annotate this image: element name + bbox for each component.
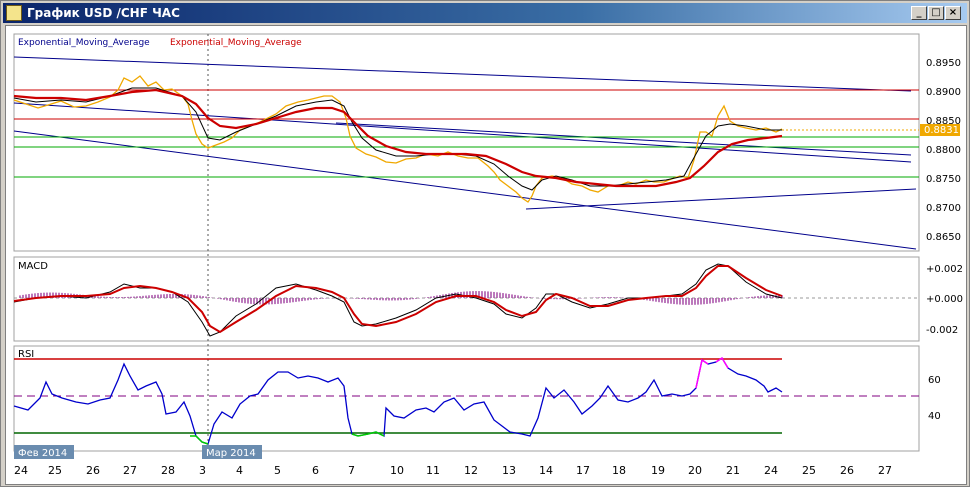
time-tick: 24 xyxy=(764,464,778,477)
time-tick: 12 xyxy=(464,464,478,477)
macd-panel[interactable] xyxy=(13,256,920,342)
time-tick: 20 xyxy=(688,464,702,477)
time-tick: 17 xyxy=(576,464,590,477)
indicator-label-2: Exponential_Moving_Average xyxy=(170,38,302,48)
rsi-label: RSI xyxy=(18,349,34,360)
chart-window-icon xyxy=(6,5,22,21)
time-tick: 27 xyxy=(123,464,137,477)
price-tick: 0.8800 xyxy=(926,145,961,156)
month-label: Фев 2014 xyxy=(18,448,67,459)
time-tick: 21 xyxy=(726,464,740,477)
time-axis: 24 25 26 27 28 3 4 5 6 7 10 11 12 13 14 17 18 19 20 21 24 25 2… xyxy=(14,464,892,477)
rsi-panel[interactable] xyxy=(13,345,920,452)
time-tick: 3 xyxy=(199,464,206,477)
time-tick: 26 xyxy=(840,464,854,477)
rsi-tick: 60 xyxy=(928,375,941,386)
macd-label: MACD xyxy=(18,261,48,272)
title-bar[interactable]: График USD /CHF ЧАС _ □ × xyxy=(3,3,967,23)
time-tick: 19 xyxy=(651,464,665,477)
time-tick: 26 xyxy=(86,464,100,477)
time-tick: 18 xyxy=(612,464,626,477)
price-axis: 0.8950 0.8900 0.8850 0.8800 0.8750 0.870… xyxy=(926,58,961,243)
price-tick: 0.8850 xyxy=(926,116,961,127)
time-tick: 4 xyxy=(236,464,243,477)
time-tick: 25 xyxy=(802,464,816,477)
maximize-button[interactable]: □ xyxy=(928,6,944,20)
time-tick: 25 xyxy=(48,464,62,477)
time-tick: 14 xyxy=(539,464,553,477)
minimize-button[interactable]: _ xyxy=(911,6,927,20)
price-tick: 0.8700 xyxy=(926,203,961,214)
chart-svg[interactable]: 0.8831 Exponential_Moving_Average Expone… xyxy=(6,26,966,484)
time-tick: 5 xyxy=(274,464,281,477)
window-title: График USD /CHF ЧАС xyxy=(27,6,180,20)
chart-window: График USD /CHF ЧАС _ □ × 0.8831 Exponen… xyxy=(0,0,970,487)
time-tick: 6 xyxy=(312,464,319,477)
rsi-tick: 40 xyxy=(928,411,941,422)
time-tick: 13 xyxy=(502,464,516,477)
time-tick: 10 xyxy=(390,464,404,477)
chart-area[interactable]: 0.8831 Exponential_Moving_Average Expone… xyxy=(5,25,967,485)
price-tick: 0.8750 xyxy=(926,174,961,185)
price-tick: 0.8650 xyxy=(926,232,961,243)
close-button[interactable]: × xyxy=(945,6,961,20)
indicator-label-1: Exponential_Moving_Average xyxy=(18,38,150,48)
price-tick: 0.8950 xyxy=(926,58,961,69)
main-price-panel[interactable] xyxy=(13,33,920,252)
price-tick: 0.8900 xyxy=(926,87,961,98)
macd-tick: -0.002 xyxy=(926,325,958,336)
macd-tick: +0.000 xyxy=(926,294,963,305)
time-tick: 7 xyxy=(348,464,355,477)
macd-tick: +0.002 xyxy=(926,264,963,275)
time-tick: 28 xyxy=(161,464,175,477)
month-label: Мар 2014 xyxy=(206,448,256,459)
time-tick: 11 xyxy=(426,464,440,477)
time-tick: 24 xyxy=(14,464,28,477)
time-tick: 27 xyxy=(878,464,892,477)
